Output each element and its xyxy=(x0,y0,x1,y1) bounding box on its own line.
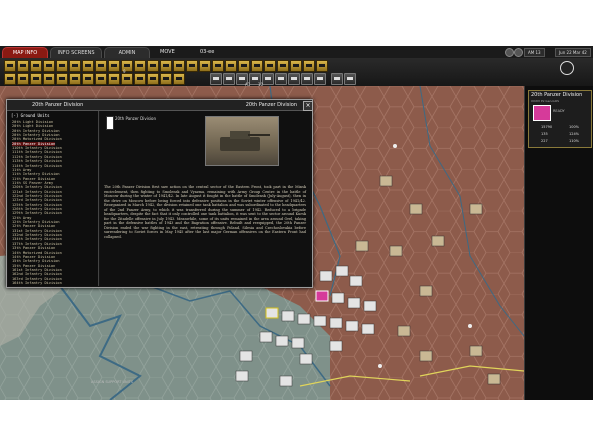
unit-card-subtitle: XXXIV Pz Gen.GOS xyxy=(531,99,560,103)
toolbar-button-1[interactable] xyxy=(4,60,16,72)
toolbar-button-9[interactable] xyxy=(108,60,120,72)
toolbar-button-16[interactable] xyxy=(199,60,211,72)
unit-card-counter xyxy=(533,105,551,121)
unit-list-button[interactable] xyxy=(344,73,356,85)
toolbar-button-24[interactable] xyxy=(303,60,315,72)
time-label: 03-ee xyxy=(200,49,215,55)
toolbar-mode-button-11[interactable] xyxy=(134,73,146,85)
toolbar-filter-button-9[interactable] xyxy=(314,73,326,85)
close-button[interactable]: × xyxy=(303,101,313,111)
end-turn-icon[interactable] xyxy=(560,61,574,75)
unit-card[interactable]: 20th Panzer Division XXXIV Pz Gen.GOS RE… xyxy=(528,90,592,148)
unit-history-text: The 20th Panzer Division first saw actio… xyxy=(104,185,306,240)
info-button[interactable] xyxy=(331,73,343,85)
date-box: Jun 22 Mar 42 xyxy=(555,48,591,57)
toolbar-button-8[interactable] xyxy=(95,60,107,72)
toolbar-mode-button-10[interactable] xyxy=(121,73,133,85)
unit-photo xyxy=(205,116,279,166)
toolbar-mode-button-5[interactable] xyxy=(56,73,68,85)
unit-history-content: 20th Panzer Division The 20th Panzer Div… xyxy=(100,111,310,286)
toolbar-button-25[interactable] xyxy=(316,60,328,72)
unit-card-stat-men: 15790 xyxy=(541,125,553,129)
toolbar-label-1: 9 xyxy=(123,69,126,74)
unit-card-stat-guns-pct: 124% xyxy=(569,132,580,136)
toolbar-filter-button-6[interactable] xyxy=(275,73,287,85)
toolbar-mode-button-12[interactable] xyxy=(147,73,159,85)
toolbar-mode-button-7[interactable] xyxy=(82,73,94,85)
toolbar-button-12[interactable] xyxy=(147,60,159,72)
dialog-titlebar[interactable]: 20th Panzer Division 20th Panzer Divisio… xyxy=(7,100,313,111)
unit-card-stat-afv: 227 xyxy=(541,139,548,143)
assign-support-units-label[interactable]: ASSIGN SUPPORT UNITS xyxy=(91,380,133,384)
toolbar-mode-button-13[interactable] xyxy=(160,73,172,85)
toolbar-filter-button-7[interactable] xyxy=(288,73,300,85)
toolbar-button-6[interactable] xyxy=(69,60,81,72)
toolbar-button-5[interactable] xyxy=(56,60,68,72)
toolbar-button-15[interactable] xyxy=(186,60,198,72)
toolbar-button-3[interactable] xyxy=(30,60,42,72)
toolbar-mode-button-2[interactable] xyxy=(17,73,29,85)
toolbar-button-23[interactable] xyxy=(290,60,302,72)
toolbar-button-7[interactable] xyxy=(82,60,94,72)
toolbar-mode-button-4[interactable] xyxy=(43,73,55,85)
toolbar-filter-button-1[interactable] xyxy=(210,73,222,85)
toolbar-mode-button-3[interactable] xyxy=(30,73,42,85)
toolbar-filter-button-2[interactable] xyxy=(223,73,235,85)
unit-list[interactable]: [-] Ground Units 20th Light Division 20th… xyxy=(8,111,99,286)
unit-card-stat-guns: 135 xyxy=(541,132,548,136)
dialog-title: 20th Panzer Division xyxy=(32,102,84,108)
division-crest-icon xyxy=(106,116,114,130)
unit-card-stat-afv-pct: 110% xyxy=(569,139,580,143)
unit-history-dialog: 20th Panzer Division 20th Panzer Divisio… xyxy=(6,99,313,288)
globe-icon[interactable] xyxy=(505,48,514,57)
toolbar-mode-button-8[interactable] xyxy=(95,73,107,85)
toolbar-button-21[interactable] xyxy=(264,60,276,72)
toolbar-button-2[interactable] xyxy=(17,60,29,72)
turn-box: AM 13 xyxy=(524,48,545,57)
toolbar-button-11[interactable] xyxy=(134,60,146,72)
crest-label: 20th Panzer Division xyxy=(115,116,157,121)
unit-list-header[interactable]: [-] Ground Units xyxy=(11,113,50,118)
toolbar-mode-button-9[interactable] xyxy=(108,73,120,85)
toolbar-mode-button-1[interactable] xyxy=(4,73,16,85)
toolbar-button-17[interactable] xyxy=(212,60,224,72)
toolbar-button-14[interactable] xyxy=(173,60,185,72)
unit-list-item[interactable]: 164th Infantry Division xyxy=(12,281,62,286)
toolbar: 9 A1 10 xyxy=(0,58,593,87)
toolbar-filter-button-8[interactable] xyxy=(301,73,313,85)
toolbar-mode-button-14[interactable] xyxy=(173,73,185,85)
unit-card-title: 20th Panzer Division xyxy=(531,92,583,98)
toolbar-button-22[interactable] xyxy=(277,60,289,72)
toolbar-filter-button-5[interactable] xyxy=(262,73,274,85)
toolbar-button-18[interactable] xyxy=(225,60,237,72)
settings-icon[interactable] xyxy=(514,48,523,57)
toolbar-button-13[interactable] xyxy=(160,60,172,72)
phase-label: MOVE xyxy=(160,49,175,55)
toolbar-mode-button-6[interactable] xyxy=(69,73,81,85)
dialog-headline: 20th Panzer Division xyxy=(245,102,297,108)
unit-card-stat-men-pct: 100% xyxy=(569,125,580,129)
toolbar-button-19[interactable] xyxy=(238,60,250,72)
toolbar-button-4[interactable] xyxy=(43,60,55,72)
toolbar-button-20[interactable] xyxy=(251,60,263,72)
unit-info-panel: 20th Panzer Division XXXIV Pz Gen.GOS RE… xyxy=(524,86,593,400)
unit-card-status: READY xyxy=(553,109,565,113)
